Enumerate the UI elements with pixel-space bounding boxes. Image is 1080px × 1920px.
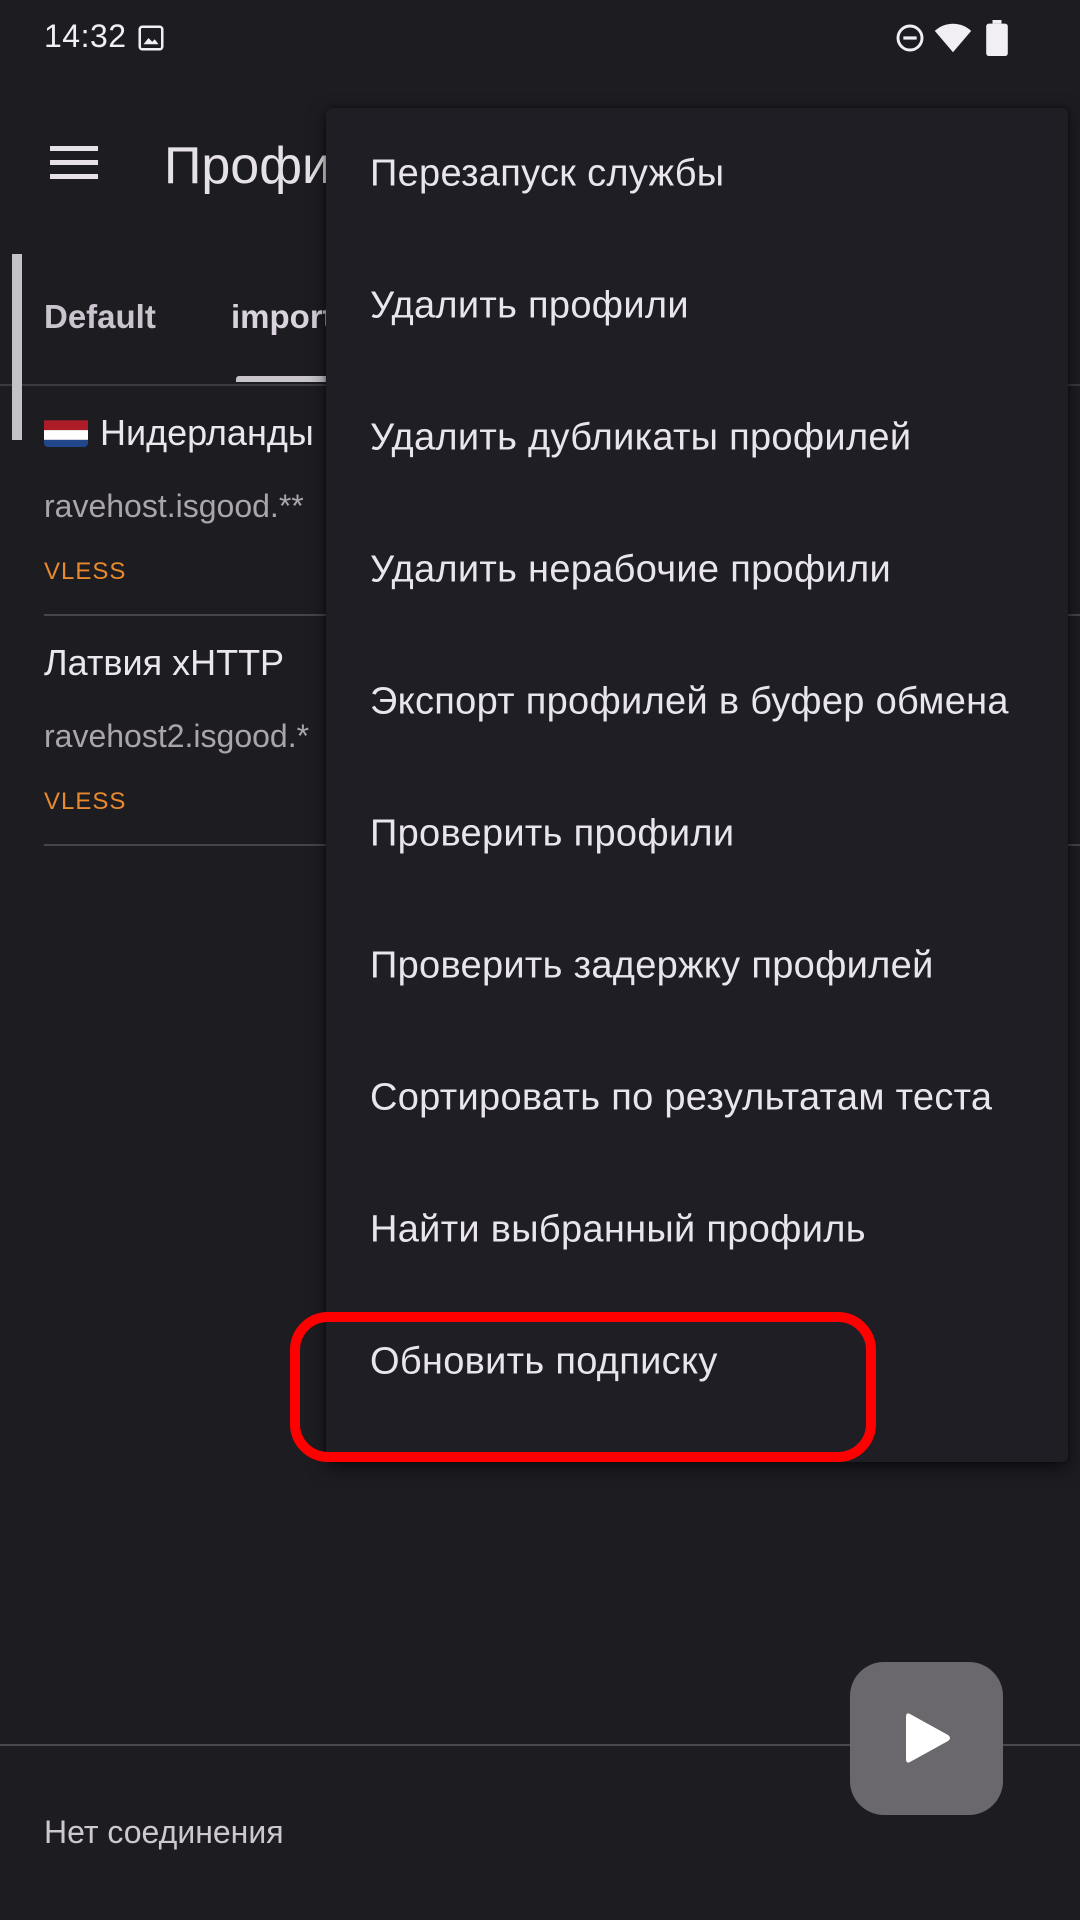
menu-item-delete-broken[interactable]: Удалить нерабочие профили — [326, 504, 1068, 636]
menu-item-sort-by-test[interactable]: Сортировать по результатам теста — [326, 1032, 1068, 1164]
status-bar: 14:32 — [0, 0, 1080, 78]
menu-item-export-clipboard[interactable]: Экспорт профилей в буфер обмена — [326, 636, 1068, 768]
overflow-menu: Перезапуск службы Удалить профили Удалит… — [326, 108, 1068, 1462]
status-time: 14:32 — [44, 18, 127, 54]
netherlands-flag-icon — [44, 417, 88, 447]
connection-status: Нет соединения — [44, 1814, 284, 1850]
profile-name-row: Нидерланды — [44, 412, 314, 454]
connect-fab-button[interactable] — [850, 1662, 1003, 1815]
hamburger-menu-icon[interactable] — [44, 138, 104, 188]
menu-item-label: Перезапуск службы — [370, 152, 725, 195]
do-not-disturb-icon — [896, 24, 924, 52]
menu-item-check-profiles[interactable]: Проверить профили — [326, 768, 1068, 900]
menu-item-check-latency[interactable]: Проверить задержку профилей — [326, 900, 1068, 1032]
menu-item-label: Найти выбранный профиль — [370, 1208, 866, 1251]
menu-item-label: Удалить дубликаты профилей — [370, 416, 912, 459]
menu-item-find-selected[interactable]: Найти выбранный профиль — [326, 1164, 1068, 1296]
profile-name: Нидерланды — [100, 412, 314, 453]
menu-item-label: Проверить профили — [370, 812, 735, 855]
menu-item-label: Удалить профили — [370, 284, 689, 327]
menu-item-label: Экспорт профилей в буфер обмена — [370, 680, 1009, 723]
profile-type-badge: VLESS — [44, 558, 127, 585]
tab-default[interactable]: Default — [44, 298, 156, 336]
page-title: Профи — [164, 137, 332, 195]
profile-type-badge: VLESS — [44, 788, 127, 815]
menu-item-label: Удалить нерабочие профили — [370, 548, 892, 591]
wifi-icon — [934, 23, 972, 53]
play-icon — [906, 1713, 950, 1763]
battery-icon — [986, 20, 1008, 56]
highlight-annotation — [290, 1312, 876, 1462]
menu-item-delete-duplicates[interactable]: Удалить дубликаты профилей — [326, 372, 1068, 504]
profile-host: ravehost2.isgood.* — [44, 718, 310, 754]
menu-item-restart-service[interactable]: Перезапуск службы — [326, 108, 1068, 240]
profile-host: ravehost.isgood.** — [44, 488, 304, 524]
profile-name: Латвия xHTTP — [44, 642, 285, 683]
image-icon — [138, 25, 164, 51]
menu-item-delete-profiles[interactable]: Удалить профили — [326, 240, 1068, 372]
tab-import[interactable]: import — [231, 298, 334, 336]
menu-item-label: Сортировать по результатам теста — [370, 1076, 993, 1119]
menu-item-label: Проверить задержку профилей — [370, 944, 934, 987]
